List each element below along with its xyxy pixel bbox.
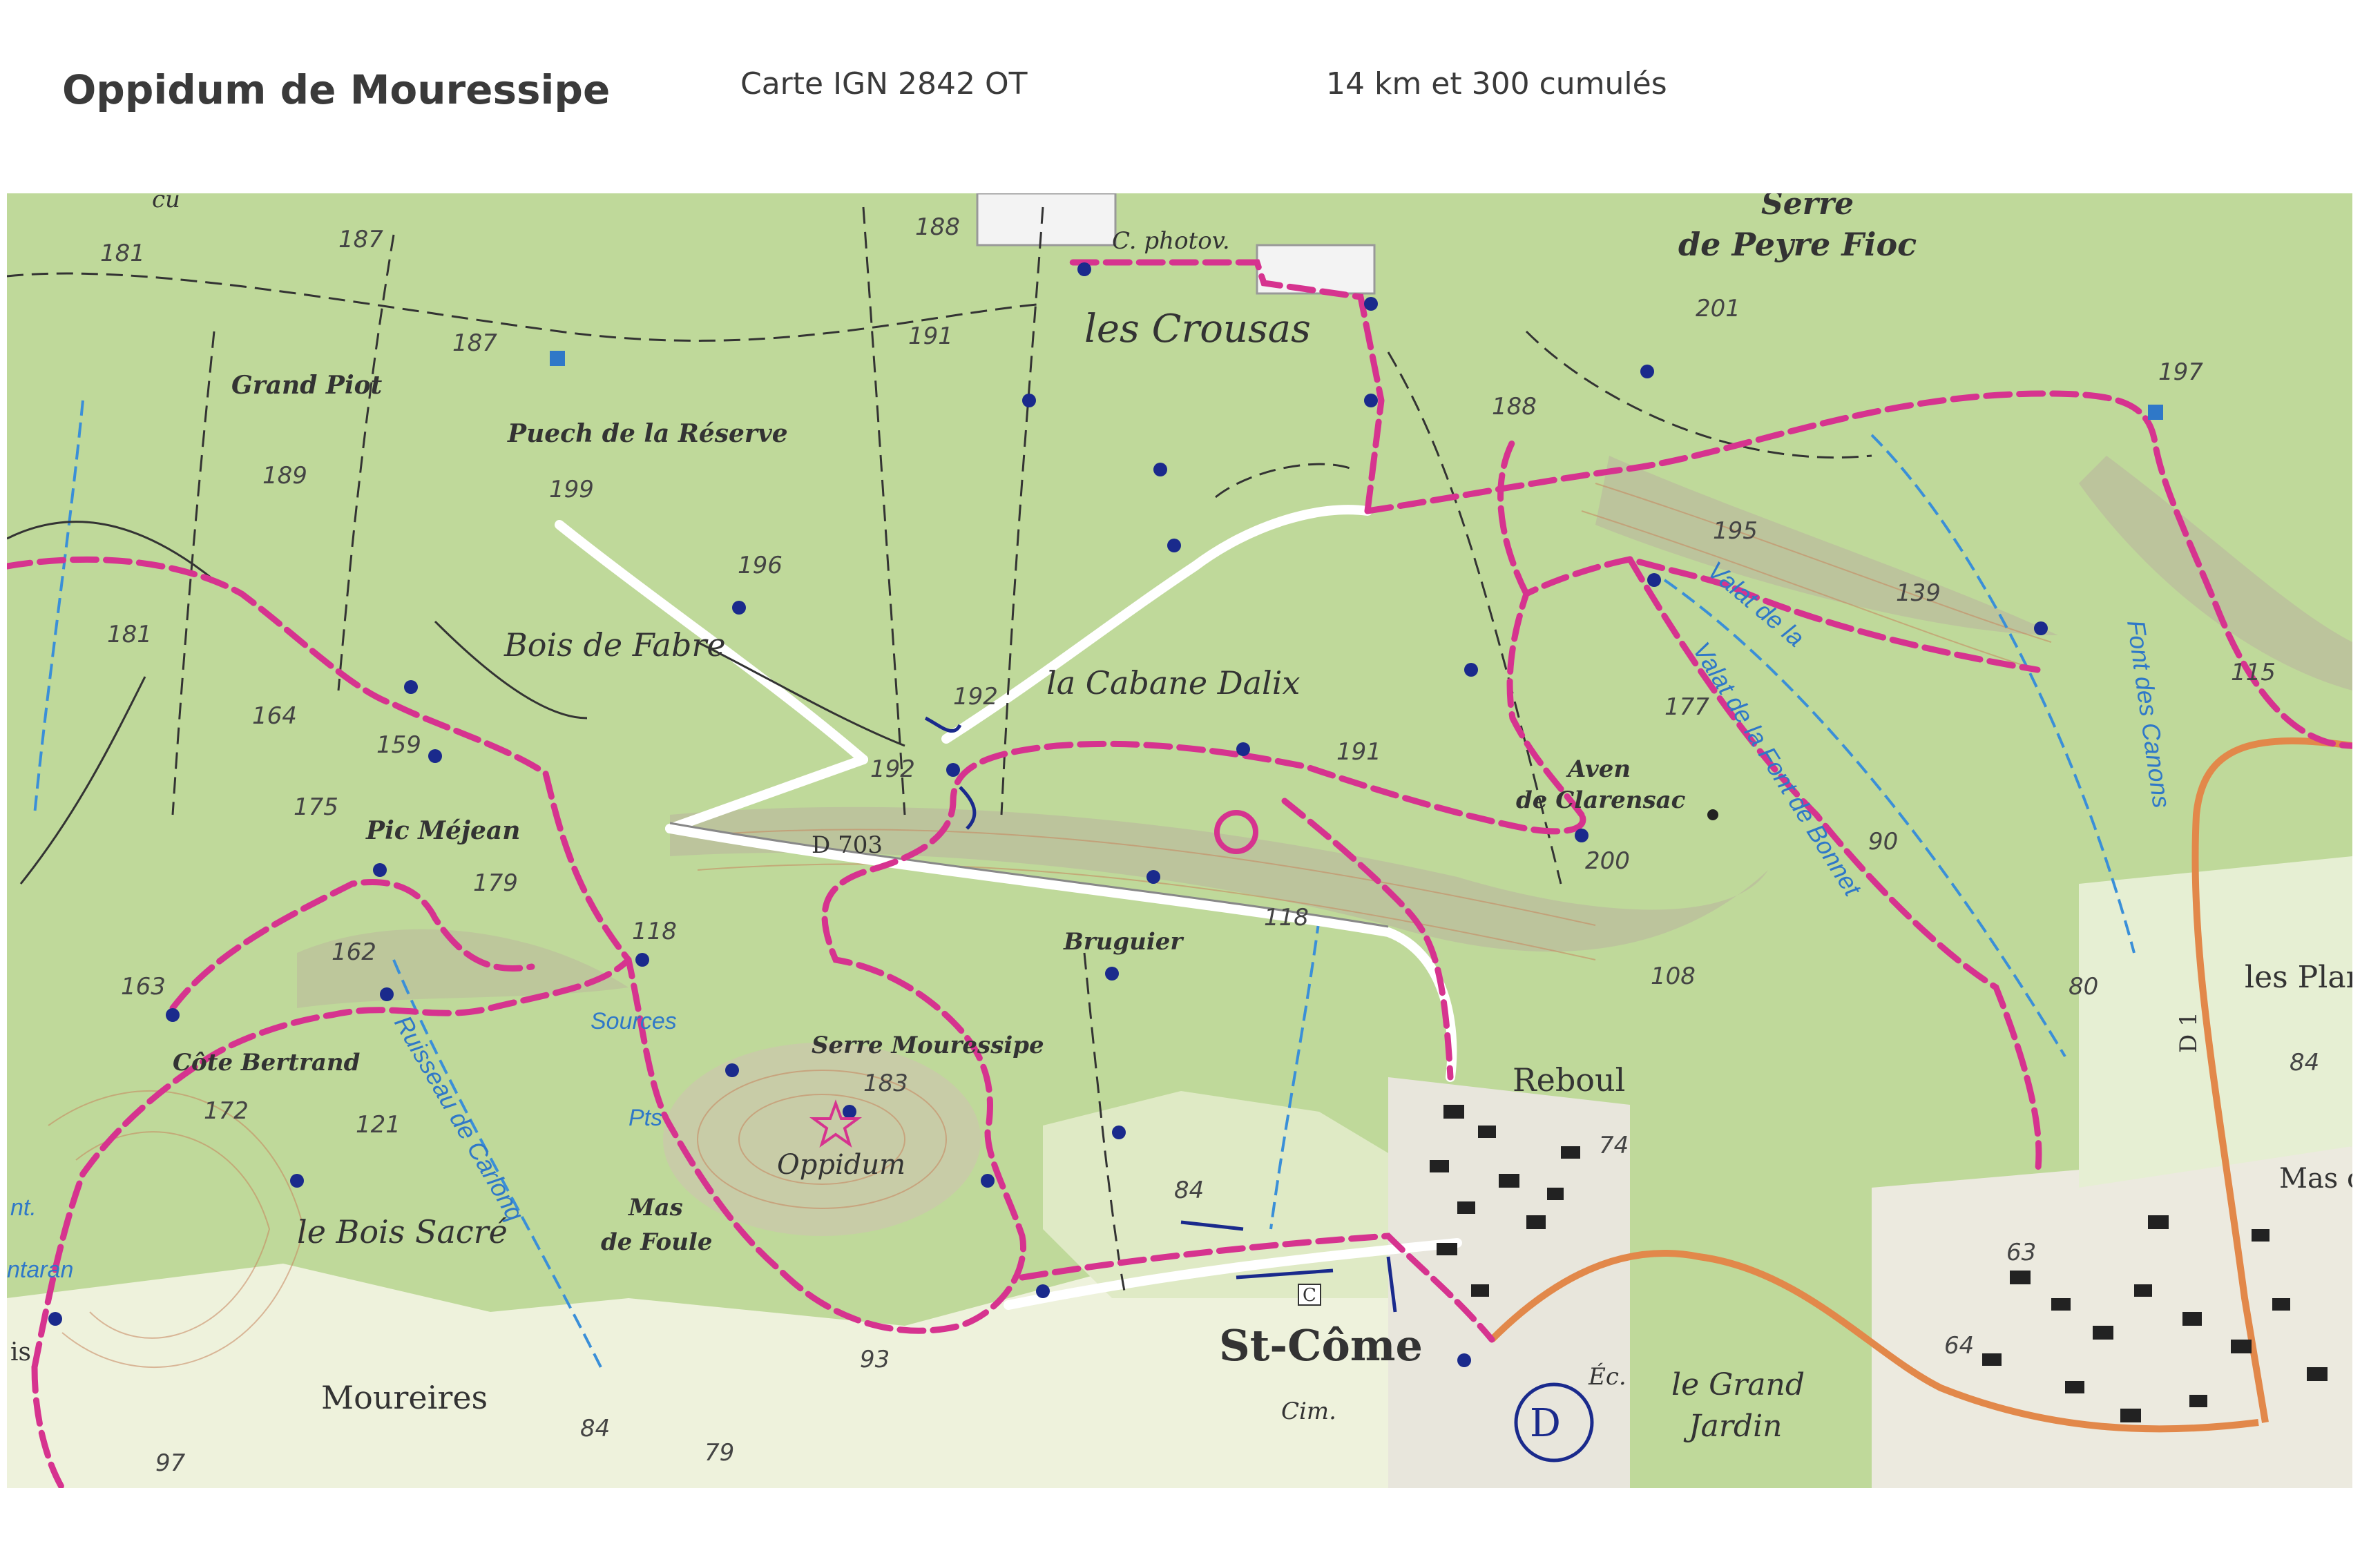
elev: 74 — [1599, 1132, 1629, 1159]
reservoir-icon-2 — [2148, 405, 2163, 420]
elev: 164 — [252, 702, 297, 730]
urban-area-east — [1872, 1146, 2352, 1488]
elev: 84 — [2290, 1049, 2319, 1076]
elev: 192 — [870, 755, 915, 783]
elev: 187 — [338, 226, 383, 253]
elev: 196 — [738, 552, 783, 579]
map-canvas: Serre de Peyre Fioc C. photov. les Crous… — [7, 193, 2352, 1488]
label-mas: Mas — [628, 1194, 683, 1221]
label-pts: Pts — [628, 1105, 662, 1131]
elev: 181 — [100, 240, 145, 267]
elev: 188 — [1492, 393, 1537, 421]
elev: 118 — [1264, 904, 1309, 931]
topographic-map[interactable]: Serre de Peyre Fioc C. photov. les Crous… — [7, 193, 2352, 1488]
elev: 159 — [376, 731, 421, 759]
elev: 183 — [863, 1070, 908, 1097]
elev: 84 — [580, 1415, 610, 1442]
label-cim: Cim. — [1281, 1398, 1336, 1425]
solar-field — [976, 193, 1117, 247]
label-c-photov: C. photov. — [1112, 227, 1230, 255]
elev: 97 — [155, 1449, 186, 1477]
elev: 191 — [908, 322, 953, 350]
label-jardin: Jardin — [1683, 1409, 1782, 1444]
page-title: Oppidum de Mouressipe — [62, 66, 611, 113]
elev: 188 — [915, 213, 960, 241]
label-le-grand: le Grand — [1671, 1367, 1805, 1402]
elev: 199 — [549, 476, 594, 503]
elev: 192 — [953, 683, 998, 711]
elev: 84 — [1174, 1177, 1204, 1204]
elev: 197 — [2158, 358, 2203, 386]
label-reboul: Reboul — [1513, 1061, 1625, 1099]
label-cu: cu — [152, 193, 180, 213]
aven-icon — [1707, 809, 1718, 820]
label-d703: D 703 — [812, 831, 883, 859]
label-bois-de-fabre: Bois de Fabre — [503, 626, 726, 664]
label-aven: Aven — [1566, 755, 1631, 783]
elev: 189 — [262, 462, 307, 490]
elev: 172 — [204, 1097, 249, 1125]
label-oppidum: Oppidum — [777, 1149, 905, 1181]
elev: 177 — [1664, 693, 1709, 721]
elev: 200 — [1585, 847, 1630, 875]
elev: 115 — [2231, 659, 2276, 686]
elev: 201 — [1696, 295, 1740, 322]
reservoir-icon — [550, 351, 565, 366]
elev: 63 — [2006, 1239, 2036, 1266]
elev: 187 — [452, 329, 497, 357]
oppidum-hill-shading — [663, 1043, 981, 1236]
label-mas-c: Mas c — [2279, 1163, 2352, 1195]
elev: 80 — [2069, 973, 2098, 1001]
elev: 191 — [1336, 738, 1381, 766]
label-les-plan: les Plan — [2245, 960, 2352, 995]
elev: 139 — [1896, 579, 1941, 607]
label-pic-mejean: Pic Méjean — [365, 816, 520, 845]
hike-distance: 14 km et 300 cumulés — [1326, 66, 1667, 102]
elev: 163 — [121, 973, 166, 1001]
label-puech-reserve: Puech de la Réserve — [507, 419, 788, 448]
label-de-clarensac: de Clarensac — [1516, 786, 1686, 814]
label-moureires: Moureires — [321, 1379, 488, 1416]
label-peyre-fioc: de Peyre Fioc — [1678, 226, 1917, 263]
label-ant: nt. — [10, 1195, 37, 1221]
label-d1: D 1 — [2175, 1012, 2203, 1053]
elev: 90 — [1868, 828, 1898, 856]
label-cote-bertrand: Côte Bertrand — [173, 1049, 361, 1076]
urban-area-st-come — [1388, 1077, 1630, 1488]
label-serre: Serre — [1761, 193, 1854, 222]
label-les-crousas: les Crousas — [1084, 307, 1311, 351]
label-bruguier: Bruguier — [1063, 928, 1184, 956]
elev: 195 — [1713, 517, 1758, 545]
elev: 181 — [107, 621, 152, 648]
map-sheet-reference: Carte IGN 2842 OT — [740, 66, 1028, 102]
label-grand-piot: Grand Piot — [231, 371, 383, 400]
elev: 175 — [294, 793, 338, 821]
label-st-come: St-Côme — [1219, 1320, 1423, 1371]
label-is: is — [10, 1338, 31, 1366]
label-serre-mouressipe: Serre Mouressipe — [812, 1032, 1044, 1059]
elev: 121 — [356, 1111, 401, 1139]
label-le-bois-sacre: le Bois Sacré — [297, 1213, 508, 1250]
label-cabane-dalix: la Cabane Dalix — [1046, 664, 1300, 702]
label-ntaran: ntaran — [7, 1257, 73, 1283]
elev: 79 — [704, 1439, 734, 1467]
label-c-sign: C — [1303, 1285, 1316, 1306]
label-ec: Éc. — [1588, 1362, 1626, 1391]
label-de-foule: de Foule — [601, 1228, 712, 1256]
label-start-d: D — [1530, 1401, 1561, 1446]
elev: 93 — [860, 1346, 890, 1373]
elev: 108 — [1651, 963, 1696, 990]
elev: 118 — [632, 918, 677, 945]
elev: 162 — [332, 938, 376, 966]
label-sources: Sources — [591, 1008, 677, 1034]
elev: 179 — [473, 869, 518, 897]
elev: 64 — [1944, 1332, 1974, 1360]
